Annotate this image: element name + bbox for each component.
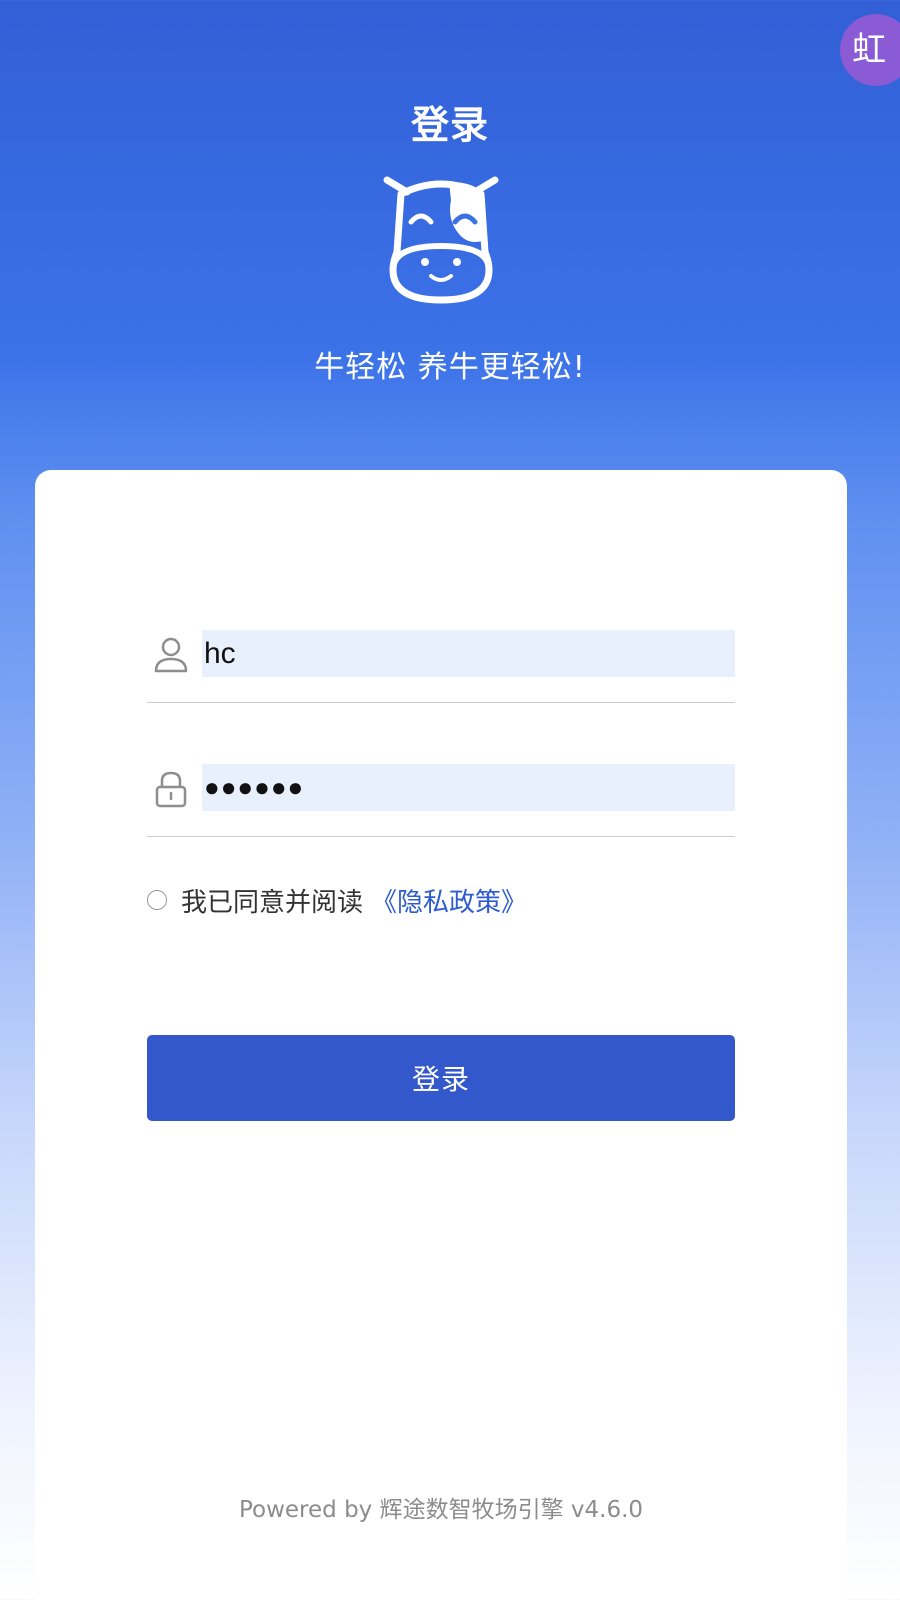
login-card: 我已同意并阅读 《隐私政策》 登录 Powered by 辉途数智牧场引擎 v4… [35, 470, 847, 1600]
privacy-policy-link[interactable]: 《隐私政策》 [371, 882, 527, 919]
username-input[interactable] [202, 630, 735, 677]
user-icon [153, 636, 189, 674]
floating-assistant-label: 虹 [852, 30, 886, 70]
lock-icon [153, 770, 189, 808]
password-row [147, 764, 735, 837]
password-input[interactable] [202, 764, 735, 811]
agreement-row: 我已同意并阅读 《隐私政策》 [147, 880, 527, 920]
cow-face-icon [377, 170, 505, 310]
agreement-radio[interactable] [147, 890, 167, 910]
footer-powered-by: Powered by 辉途数智牧场引擎 v4.6.0 [238, 1497, 644, 1523]
agreement-text: 我已同意并阅读 [181, 887, 364, 918]
login-button[interactable]: 登录 [147, 1035, 735, 1121]
floating-assistant-button[interactable]: 虹 [840, 14, 900, 86]
username-row [147, 630, 735, 703]
slogan: 牛轻松 养牛更轻松! [314, 350, 586, 385]
page-title: 登录 [410, 103, 489, 147]
